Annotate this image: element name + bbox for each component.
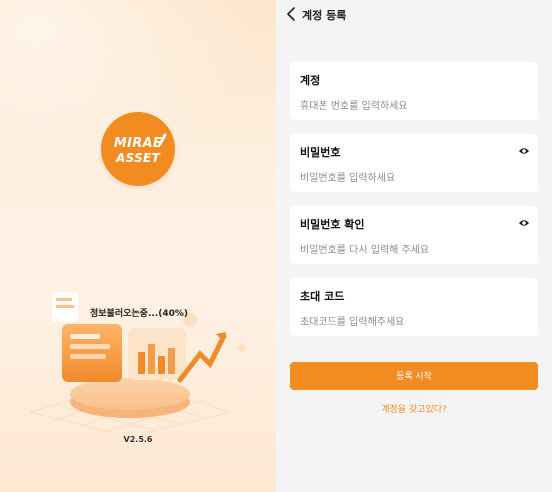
password-input[interactable]: 비밀번호를 입력하세요 <box>300 169 395 184</box>
app-version: V2.5.6 <box>123 435 153 444</box>
chevron-left-icon[interactable] <box>284 6 298 22</box>
register-screen: 계정 등록 계정 휴대폰 번호를 입력하세요 비밀번호 비밀번호를 입력하세요 … <box>276 0 552 492</box>
field-label: 비밀번호 확인 <box>300 218 365 231</box>
phone-input[interactable]: 휴대폰 번호를 입력하세요 <box>300 97 408 112</box>
eye-icon[interactable] <box>518 146 530 156</box>
logo-text-line2: ASSET <box>115 151 161 165</box>
page-title: 계정 등록 <box>302 9 347 22</box>
loading-status-text: 정보불러오는중...(40%) <box>90 309 188 319</box>
password-field[interactable]: 비밀번호 비밀번호를 입력하세요 <box>290 134 538 192</box>
password-confirm-input[interactable]: 비밀번호를 다시 입력해 주세요 <box>300 241 429 256</box>
field-label: 비밀번호 <box>300 146 341 159</box>
splash-screen: MIRAE ASSET 정보불러오는중...(40%) V2.5.6 <box>0 0 276 492</box>
mirae-asset-logo: MIRAE ASSET <box>101 112 175 186</box>
top-bar: 계정 등록 <box>276 0 552 28</box>
loading-illustration <box>28 292 246 432</box>
field-label: 초대 코드 <box>300 290 345 303</box>
have-account-link[interactable]: 계정을 갖고있다? <box>276 402 552 415</box>
invite-code-field[interactable]: 초대 코드 초대코드를 입력해주세요 <box>290 278 538 336</box>
field-label: 계정 <box>300 74 321 87</box>
account-field[interactable]: 계정 휴대폰 번호를 입력하세요 <box>290 62 538 120</box>
start-registration-button[interactable]: 등록 시작 <box>290 362 538 390</box>
eye-icon[interactable] <box>518 218 530 228</box>
invite-code-input[interactable]: 초대코드를 입력해주세요 <box>300 313 404 328</box>
password-confirm-field[interactable]: 비밀번호 확인 비밀번호를 다시 입력해 주세요 <box>290 206 538 264</box>
